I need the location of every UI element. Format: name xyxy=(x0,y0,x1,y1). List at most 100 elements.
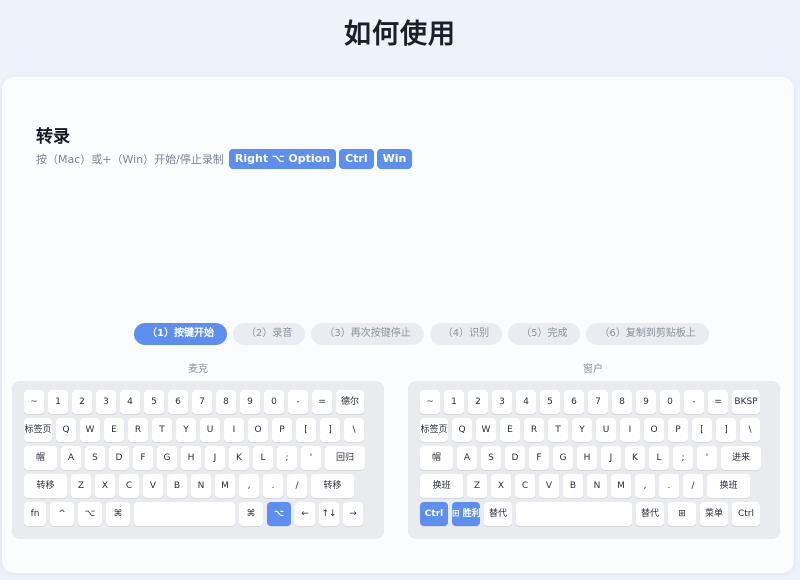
win-key: S xyxy=(481,446,501,470)
mac-key: R xyxy=(128,418,148,442)
win-key: T xyxy=(548,418,568,442)
win-key: - xyxy=(684,390,704,414)
mac-key: 4 xyxy=(120,390,140,414)
step-6: （6）复制到剪贴板上 xyxy=(586,323,709,345)
step-2: （2）录音 xyxy=(232,323,306,345)
step-4: （4）识别 xyxy=(429,323,503,345)
mac-key: L xyxy=(253,446,273,470)
mac-key: V xyxy=(143,474,163,498)
mac-key: B xyxy=(167,474,187,498)
mac-key: D xyxy=(109,446,129,470)
mac-key: 8 xyxy=(216,390,236,414)
mac-key: J xyxy=(205,446,225,470)
win-key: O xyxy=(644,418,664,442)
win-key: I xyxy=(620,418,640,442)
mac-key: X xyxy=(95,474,115,498)
mac-key: K xyxy=(229,446,249,470)
shortcut-chip-ctrl: Ctrl xyxy=(339,149,374,169)
mac-key: 3 xyxy=(96,390,116,414)
win-key: / xyxy=(683,474,703,498)
mac-key: fn xyxy=(24,502,46,526)
mac-key: 5 xyxy=(144,390,164,414)
mac-key: A xyxy=(61,446,81,470)
mac-key: ] xyxy=(320,418,340,442)
mac-key: 转移 xyxy=(24,474,67,498)
win-key: U xyxy=(596,418,616,442)
win-key: Ctrl xyxy=(732,502,760,526)
win-key: 标签页 xyxy=(420,418,448,442)
mac-key: 帽 xyxy=(24,446,57,470)
win-key: 7 xyxy=(588,390,608,414)
win-key: Q xyxy=(452,418,472,442)
win-key: H xyxy=(577,446,597,470)
mac-key: 转移 xyxy=(311,474,354,498)
mac-key: 6 xyxy=(168,390,188,414)
win-key: P xyxy=(668,418,688,442)
mac-keyboard-row: 转移 Z X C V B N M,. / 转移 xyxy=(24,474,372,498)
win-key: V xyxy=(539,474,559,498)
mac-key: U xyxy=(200,418,220,442)
mac-key: S xyxy=(85,446,105,470)
step-indicator: （1）按键开始 （2）录音 （3）再次按键停止 （4）识别 （5）完成 （6）复… xyxy=(134,323,709,345)
mac-key: → xyxy=(343,502,363,526)
win-key: ; xyxy=(673,446,693,470)
win-keyboard-row: 帽 A S D F G H J K L; ' 进来 xyxy=(420,446,768,470)
mac-key: 德尔 xyxy=(336,390,364,414)
mac-keyboard: ~1 2 3 4 5 6 7 8 9 0- = 德尔 标签页 Q W E R T Y U I O P[] \ 帽 A S D F G H J K… xyxy=(12,381,384,539)
mac-key: W xyxy=(80,418,100,442)
win-key: X xyxy=(491,474,511,498)
win-key: C xyxy=(515,474,535,498)
win-key: G xyxy=(553,446,573,470)
shortcut-instruction: 按（Mac）或+（Win）开始/停止录制 Right ⌥ Option Ctrl… xyxy=(36,149,413,169)
shortcut-chip-option: Right ⌥ Option xyxy=(228,149,337,169)
mac-key: Q xyxy=(56,418,76,442)
step-1: （1）按键开始 xyxy=(134,323,227,345)
mac-key: . xyxy=(263,474,283,498)
win-key: 换班 xyxy=(707,474,750,498)
win-key: D xyxy=(505,446,525,470)
win-keyboard-row: 标签页 Q W E R T Y U I O P[] \ xyxy=(420,418,768,442)
step-3: （3）再次按键停止 xyxy=(311,323,424,345)
mac-key: O xyxy=(248,418,268,442)
win-key: 换班 xyxy=(420,474,463,498)
win-key: BKSP xyxy=(732,390,760,414)
mac-key: 2 xyxy=(72,390,92,414)
mac-key: I xyxy=(224,418,244,442)
win-key: ] xyxy=(716,418,736,442)
mac-key: / xyxy=(287,474,307,498)
instruction-text: 按（Mac）或+（Win）开始/停止录制 xyxy=(36,153,224,166)
mac-key: C xyxy=(119,474,139,498)
mac-key: [ xyxy=(296,418,316,442)
mac-key: 1 xyxy=(48,390,68,414)
mac-keyboard-row: fn ^ ⌥ ⌘ ⌘ ⌥ ← ↑↓ → xyxy=(24,502,372,526)
win-key: 进来 xyxy=(721,446,761,470)
win-key: ⊞ 胜利 xyxy=(452,502,480,526)
mac-key: Z xyxy=(71,474,91,498)
win-key: 替代 xyxy=(484,502,512,526)
win-key: 菜单 xyxy=(700,502,728,526)
win-key: M xyxy=(611,474,631,498)
mac-key: 9 xyxy=(240,390,260,414)
mac-key: ⌥ xyxy=(78,502,102,526)
win-keyboard: ~1 2 3 4 5 6 7 8 9 0- = BKSP 标签页 Q W E R T Y U I O P[] \ 帽 A S D F G H… xyxy=(408,381,780,539)
win-key: F xyxy=(529,446,549,470)
win-key: \ xyxy=(740,418,760,442)
mac-key: 回归 xyxy=(325,446,365,470)
mac-key: = xyxy=(312,390,332,414)
mac-key: G xyxy=(157,446,177,470)
mac-key: ; xyxy=(277,446,297,470)
win-key: , xyxy=(635,474,655,498)
mac-key: 7 xyxy=(192,390,212,414)
win-key: W xyxy=(476,418,496,442)
mac-key: ↑↓ xyxy=(319,502,339,526)
mac-key: ^ xyxy=(50,502,74,526)
mac-key: ' xyxy=(301,446,321,470)
mac-key: 0 xyxy=(264,390,284,414)
win-key: ⊞ xyxy=(668,502,696,526)
mac-keyboard-row: 帽 A S D F G H J K L; ' 回归 xyxy=(24,446,372,470)
win-key: K xyxy=(625,446,645,470)
win-key: 8 xyxy=(612,390,632,414)
win-key: 1 xyxy=(444,390,464,414)
win-key: E xyxy=(500,418,520,442)
mac-key: F xyxy=(133,446,153,470)
